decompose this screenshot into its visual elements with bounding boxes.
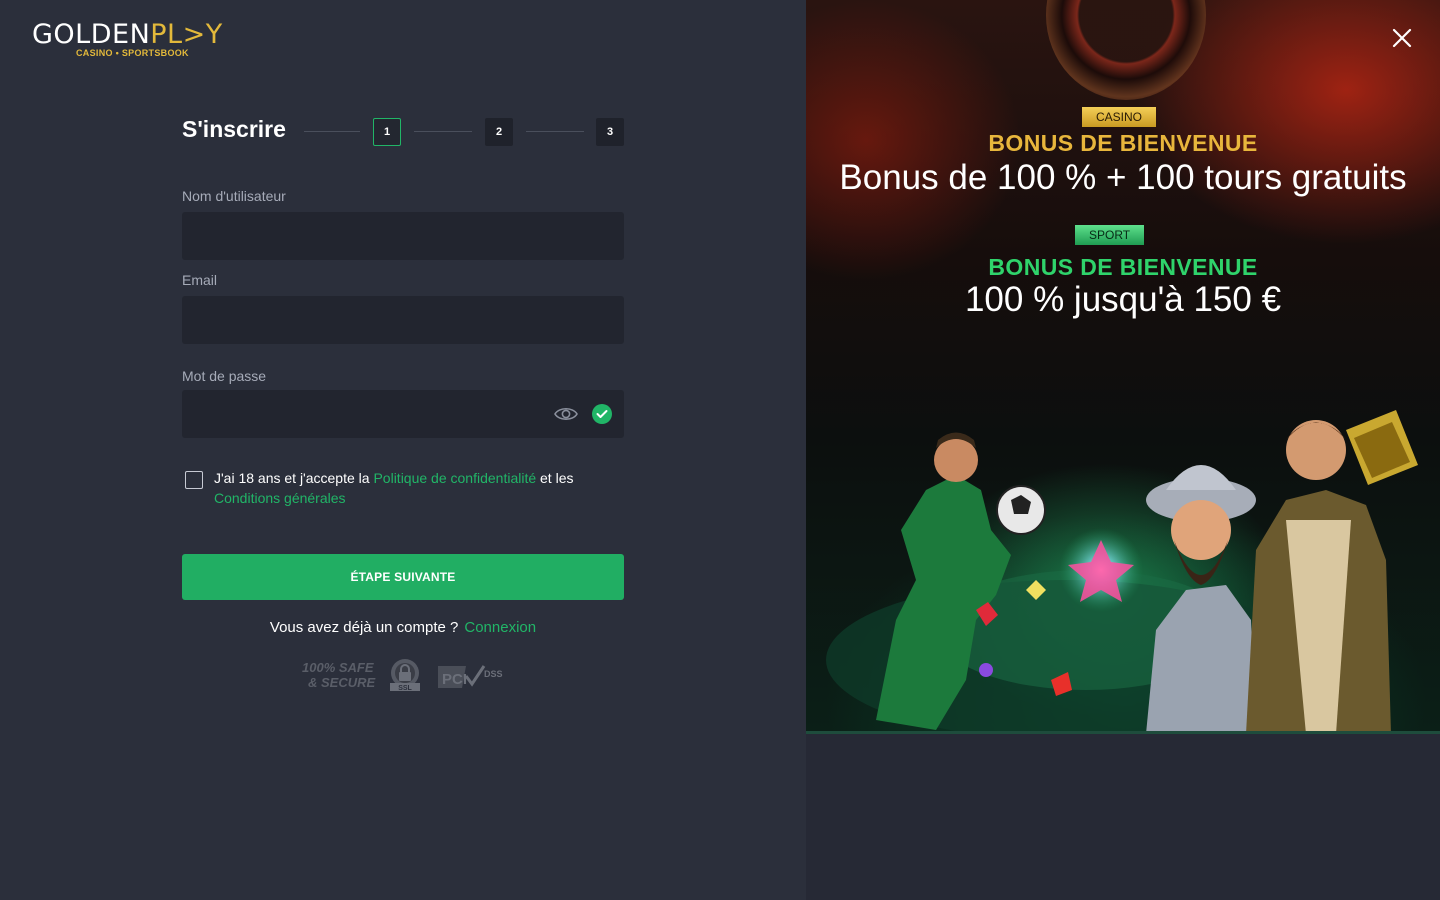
sport-bonus-offer: 100 % jusqu'à 150 € xyxy=(964,280,1282,319)
step-connector xyxy=(526,131,584,132)
logo-word-right: PL>Y xyxy=(150,19,223,50)
privacy-policy-link[interactable]: Politique de confidentialité xyxy=(373,470,536,486)
ssl-text: SSL xyxy=(398,685,412,692)
step-connector xyxy=(414,131,472,132)
email-input[interactable] xyxy=(182,296,624,344)
terms-prefix: J'ai 18 ans et j'accepte la xyxy=(214,470,370,486)
pci-dss-badge: PCI DSS xyxy=(438,665,503,688)
terms-mid: et les xyxy=(540,470,574,486)
signup-form: S'inscrire 1 2 3 Nom d'utilisateur Email… xyxy=(182,112,624,692)
casino-bonus-offer: Bonus de 100 % + 100 tours gratuits xyxy=(839,158,1407,197)
promo-panel: CASINO BONUS DE BIENVENUE Bonus de 100 %… xyxy=(806,0,1440,900)
terms-checkbox[interactable] xyxy=(185,471,203,489)
page-title: S'inscrire xyxy=(182,116,286,142)
casino-tag: CASINO xyxy=(1082,107,1157,127)
ssl-lock-icon: SSL xyxy=(390,659,420,692)
login-prompt: Vous avez déjà un compte ? xyxy=(269,619,459,636)
next-step-button[interactable]: ÉTAPE SUIVANTE xyxy=(182,554,624,600)
goldenplay-logo[interactable]: GOLDENPL>Y CASINO • SPORTSBOOK xyxy=(32,18,242,62)
security-badges: 100% SAFE & SECURE SSL PCI DSS xyxy=(302,656,512,696)
login-link[interactable]: Connexion xyxy=(464,619,536,636)
step-1: 1 xyxy=(373,118,401,146)
eye-icon[interactable] xyxy=(554,405,578,423)
username-input[interactable] xyxy=(182,212,624,260)
email-label: Email xyxy=(182,272,218,288)
close-icon[interactable] xyxy=(1390,26,1414,50)
stepper: S'inscrire 1 2 3 xyxy=(182,112,624,152)
login-row: Vous avez déjà un compte ? Connexion xyxy=(182,619,624,636)
roulette-wheel-image xyxy=(1046,0,1206,100)
signup-panel: GOLDENPL>Y CASINO • SPORTSBOOK S'inscrir… xyxy=(0,0,806,900)
safe-secure-badge: 100% SAFE & SECURE xyxy=(302,660,376,690)
pci-text: PCI xyxy=(442,671,467,688)
dss-text: DSS xyxy=(484,669,503,679)
sport-tag: SPORT xyxy=(1075,225,1145,245)
step-2: 2 xyxy=(485,118,513,146)
step-3: 3 xyxy=(596,118,624,146)
welcome-bonus-banner: CASINO BONUS DE BIENVENUE Bonus de 100 %… xyxy=(806,0,1440,734)
terms-conditions-link[interactable]: Conditions générales xyxy=(214,490,346,506)
username-label: Nom d'utilisateur xyxy=(182,188,286,204)
casino-bonus-heading: BONUS DE BIENVENUE xyxy=(988,130,1258,156)
logo-word-left: GOLDEN xyxy=(32,19,151,50)
password-field xyxy=(182,390,624,438)
sport-bonus-heading: BONUS DE BIENVENUE xyxy=(988,254,1258,280)
valid-check-icon xyxy=(592,404,612,424)
logo-subtitle: CASINO • SPORTSBOOK xyxy=(76,48,189,58)
promo-characters-illustration xyxy=(826,410,1418,731)
password-label: Mot de passe xyxy=(182,368,267,384)
step-connector xyxy=(304,131,360,132)
